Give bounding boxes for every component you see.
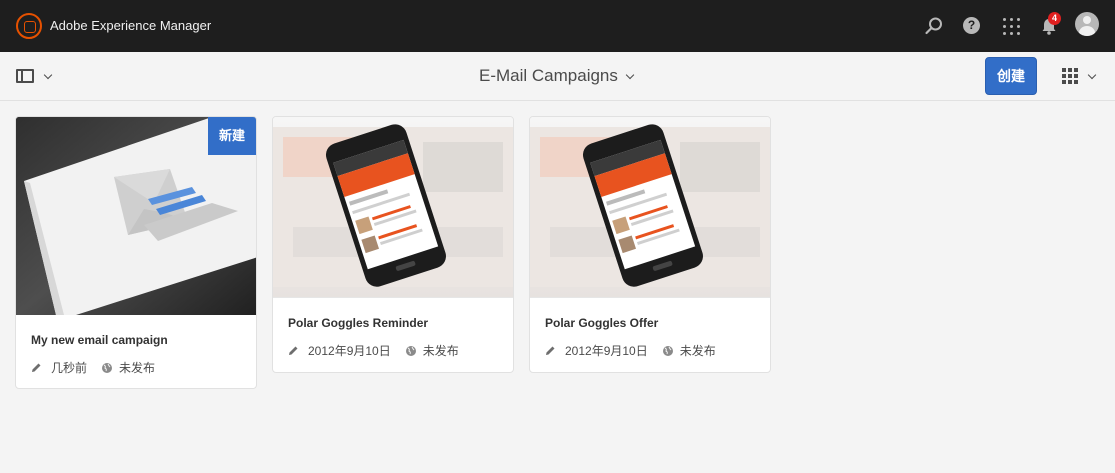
campaign-card[interactable]: Polar Goggles Reminder 2012年9月10日 未发布 <box>272 116 514 373</box>
adobe-logo-icon[interactable] <box>16 13 42 39</box>
card-meta: 2012年9月10日 未发布 <box>545 342 716 359</box>
card-title[interactable]: Polar Goggles Reminder <box>288 316 428 330</box>
publish-status: 未发布 <box>119 361 156 375</box>
search-icon[interactable] <box>924 16 944 36</box>
notification-badge: 4 <box>1048 12 1061 25</box>
globe-icon <box>405 345 416 356</box>
phone-preview-image <box>530 124 770 287</box>
new-tag: 新建 <box>208 117 256 155</box>
modified-time: 2012年9月10日 <box>308 344 391 358</box>
rail-toggle-icon[interactable] <box>16 69 34 83</box>
phone-preview-image <box>273 124 513 287</box>
page-title[interactable]: E-Mail Campaigns <box>479 66 618 86</box>
card-meta: 几秒前 未发布 <box>31 359 155 376</box>
app-title[interactable]: Adobe Experience Manager <box>50 18 211 33</box>
apps-icon[interactable] <box>1001 16 1021 36</box>
publish-status: 未发布 <box>422 344 459 358</box>
card-title[interactable]: My new email campaign <box>31 333 168 347</box>
help-icon[interactable]: ? <box>963 17 980 34</box>
pencil-icon <box>289 346 298 355</box>
avatar[interactable] <box>1075 12 1099 36</box>
card-thumbnail[interactable] <box>530 117 770 298</box>
campaign-card[interactable]: Polar Goggles Offer 2012年9月10日 未发布 <box>529 116 771 373</box>
card-meta: 2012年9月10日 未发布 <box>288 342 459 359</box>
card-title[interactable]: Polar Goggles Offer <box>545 316 658 330</box>
campaign-card[interactable]: 新建 My new email campaign 几秒前 未发布 <box>15 116 257 389</box>
globe-icon <box>662 345 673 356</box>
globe-icon <box>102 362 113 373</box>
pencil-icon <box>32 363 41 372</box>
view-switcher-icon[interactable] <box>1062 68 1078 84</box>
pencil-icon <box>546 346 555 355</box>
modified-time: 2012年9月10日 <box>565 344 648 358</box>
create-button[interactable]: 创建 <box>985 57 1037 95</box>
publish-status: 未发布 <box>679 344 716 358</box>
modified-time: 几秒前 <box>51 361 88 375</box>
card-thumbnail[interactable]: 新建 <box>16 117 256 315</box>
shell-header: Adobe Experience Manager ? 4 <box>0 0 1115 52</box>
card-thumbnail[interactable] <box>273 117 513 298</box>
